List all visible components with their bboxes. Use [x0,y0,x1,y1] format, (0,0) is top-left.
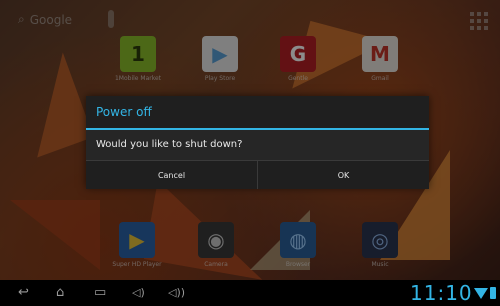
back-icon[interactable]: ↩ [18,285,29,301]
cancel-button[interactable]: Cancel [86,161,257,189]
dialog-message: Would you like to shut down? [86,130,429,161]
dialog-title: Power off [86,96,429,130]
home-icon[interactable]: ⌂ [56,285,64,301]
volume-up-icon[interactable]: ◁)) [168,285,185,301]
dialog-buttons: Cancel OK [86,161,429,189]
ok-button[interactable]: OK [257,161,429,189]
status-clock[interactable]: 11:10 [410,281,473,305]
wifi-icon [474,288,488,299]
home-screen: ⌕ Google 1 1Mobile Market ▶ Play Store G Gent… [0,0,500,306]
system-nav-bar: ↩ ⌂ ▭ ◁) ◁)) 11:10 [0,280,500,306]
power-off-dialog: Power off Would you like to shut down? C… [86,96,429,189]
recent-apps-icon[interactable]: ▭ [94,285,106,301]
battery-icon [490,287,496,299]
volume-down-icon[interactable]: ◁) [132,285,145,301]
